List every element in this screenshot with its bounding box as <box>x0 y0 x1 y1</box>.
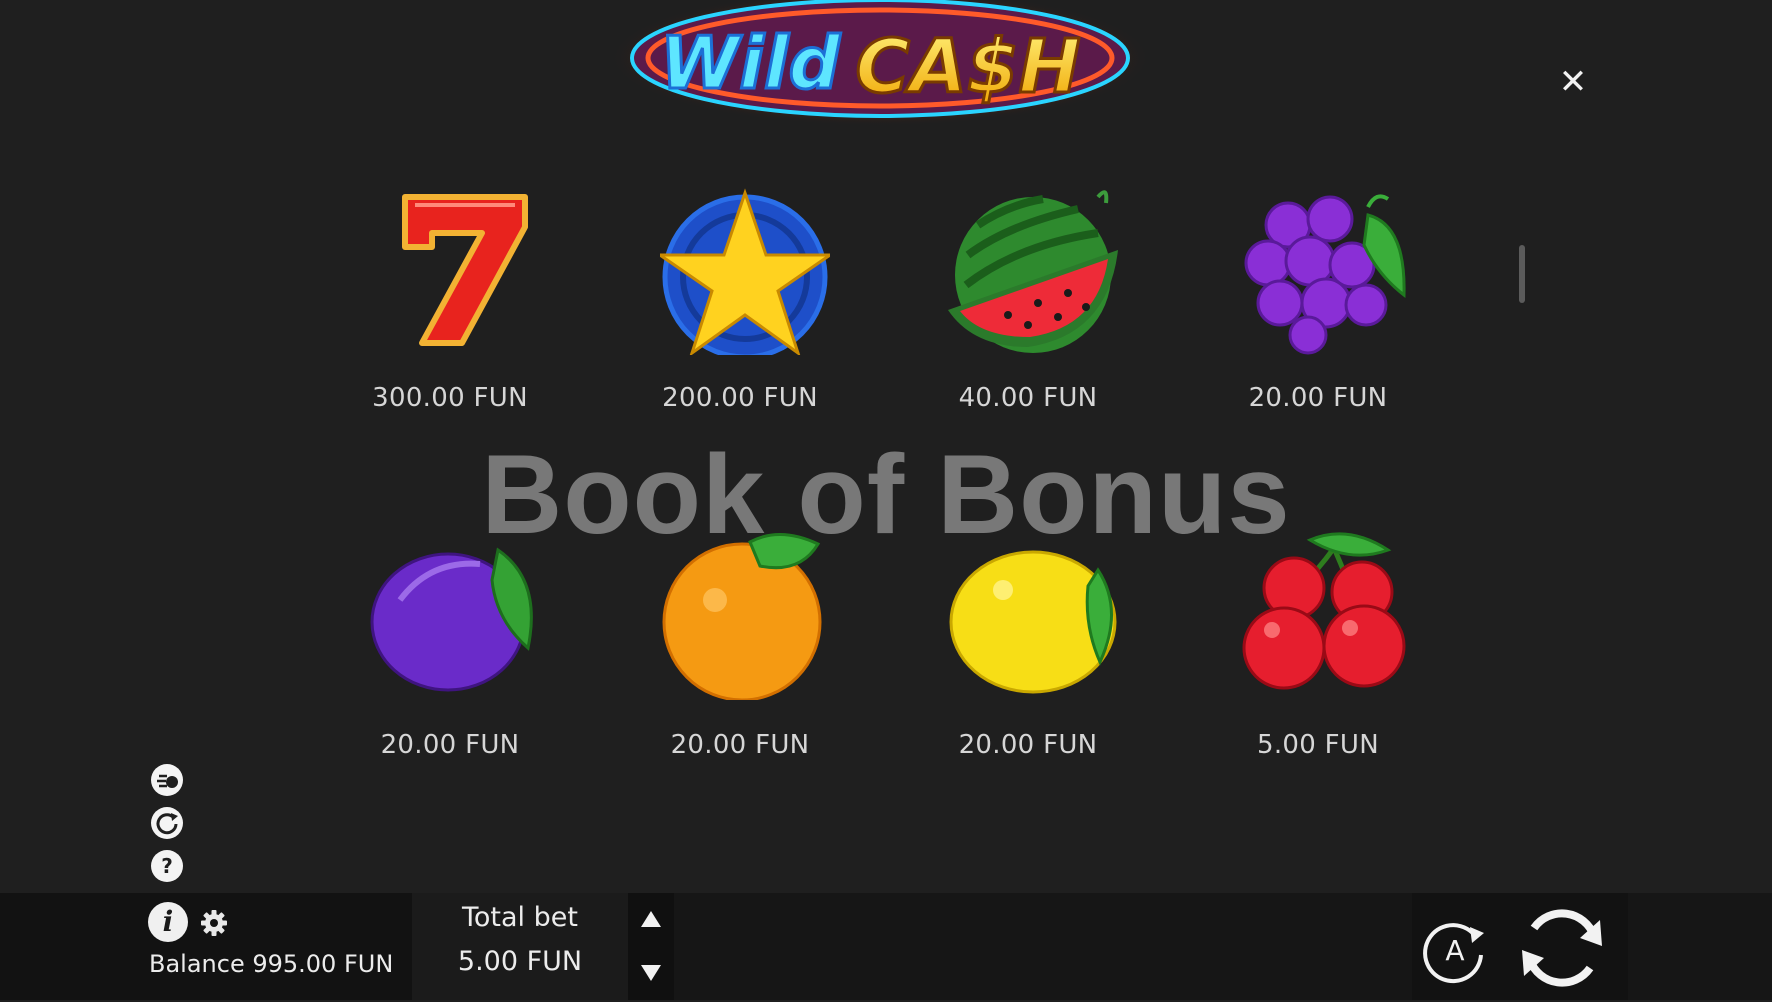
total-bet-value: 5.00 FUN <box>457 946 583 977</box>
spin-icon <box>1522 909 1602 987</box>
decrease-bet-button[interactable] <box>640 962 662 984</box>
seven-icon <box>402 194 528 346</box>
payout-orange: 20.00 FUN <box>670 730 810 760</box>
increase-bet-button[interactable] <box>640 908 662 930</box>
payout-cherries: 5.00 FUN <box>1257 730 1379 760</box>
balance-display: Balance 995.00 FUN <box>149 950 394 978</box>
payout-grapes: 20.00 FUN <box>1248 383 1388 413</box>
help-icon[interactable]: ? <box>151 850 183 882</box>
autoplay-icon: A <box>1423 923 1484 984</box>
triangle-down-icon <box>641 965 661 981</box>
paytable-symbol-star: 200.00 FUN <box>630 185 850 435</box>
total-bet-label: Total bet <box>462 902 578 933</box>
autoplay-letter: A <box>1445 934 1464 967</box>
payout-lemon: 20.00 FUN <box>958 730 1098 760</box>
bet-history-icon[interactable] <box>151 764 183 796</box>
payout-seven: 300.00 FUN <box>372 383 528 413</box>
autoplay-button[interactable]: A <box>1420 915 1490 985</box>
grapes-icon <box>1244 194 1406 355</box>
paytable-symbol-plum: 20.00 FUN <box>340 530 560 780</box>
watermark-text: Book of Bonus <box>481 432 1291 557</box>
paytable-symbol-watermelon: 40.00 FUN <box>918 185 1138 435</box>
triangle-up-icon <box>641 911 661 927</box>
star-icon <box>660 188 830 355</box>
paytable-symbol-grapes: 20.00 FUN <box>1208 185 1428 435</box>
paytable-symbol-cherries: 5.00 FUN <box>1208 530 1428 780</box>
info-icon[interactable]: i <box>148 902 188 942</box>
paytable-symbol-orange: 20.00 FUN <box>630 530 850 780</box>
payout-star: 200.00 FUN <box>662 383 818 413</box>
payout-plum: 20.00 FUN <box>380 730 520 760</box>
spin-button[interactable] <box>1512 898 1612 998</box>
payout-watermelon: 40.00 FUN <box>958 383 1098 413</box>
paytable-symbol-seven: 300.00 FUN <box>340 185 560 435</box>
watermelon-icon <box>948 190 1118 353</box>
paytable-symbol-lemon: 20.00 FUN <box>918 530 1138 780</box>
replay-icon[interactable] <box>151 807 183 839</box>
gear-icon[interactable] <box>199 908 229 938</box>
